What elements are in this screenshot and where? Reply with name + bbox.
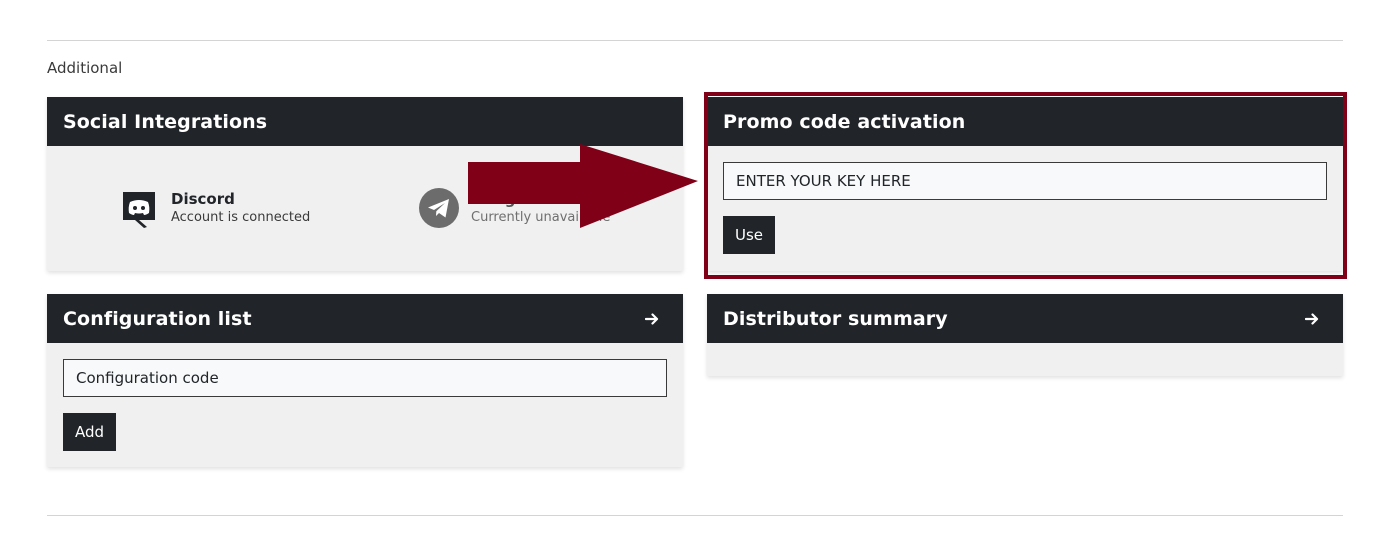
arrow-right-icon[interactable] xyxy=(645,312,659,326)
use-button[interactable]: Use xyxy=(723,216,776,254)
card-title: Social Integrations xyxy=(63,110,268,133)
configuration-code-input[interactable] xyxy=(63,359,667,397)
section-label: Additional xyxy=(47,59,123,77)
add-button[interactable]: Add xyxy=(63,413,117,451)
card-header: Distributor summary xyxy=(707,294,1343,343)
promo-code-input[interactable] xyxy=(723,162,1327,200)
bottom-divider xyxy=(47,515,1343,516)
configuration-list-card: Configuration list Add xyxy=(47,294,683,467)
distributor-summary-card: Distributor summary xyxy=(707,294,1343,376)
top-divider xyxy=(47,40,1343,41)
discord-integration[interactable]: Discord Account is connected xyxy=(119,188,310,228)
callout-arrow-icon xyxy=(468,144,698,228)
card-title: Promo code activation xyxy=(723,110,966,133)
card-header: Promo code activation xyxy=(707,97,1343,146)
card-title: Configuration list xyxy=(63,307,252,330)
arrow-right-icon[interactable] xyxy=(1305,312,1319,326)
integration-status: Account is connected xyxy=(171,210,311,225)
discord-icon xyxy=(123,192,155,228)
page: Additional Social Integrations Discord A… xyxy=(0,0,1399,537)
card-header: Social Integrations xyxy=(47,97,683,146)
promo-code-card: Promo code activation Use xyxy=(707,97,1343,271)
card-title: Distributor summary xyxy=(723,307,948,330)
card-header: Configuration list xyxy=(47,294,683,343)
integration-name: Discord xyxy=(171,190,235,208)
telegram-icon xyxy=(419,188,459,228)
